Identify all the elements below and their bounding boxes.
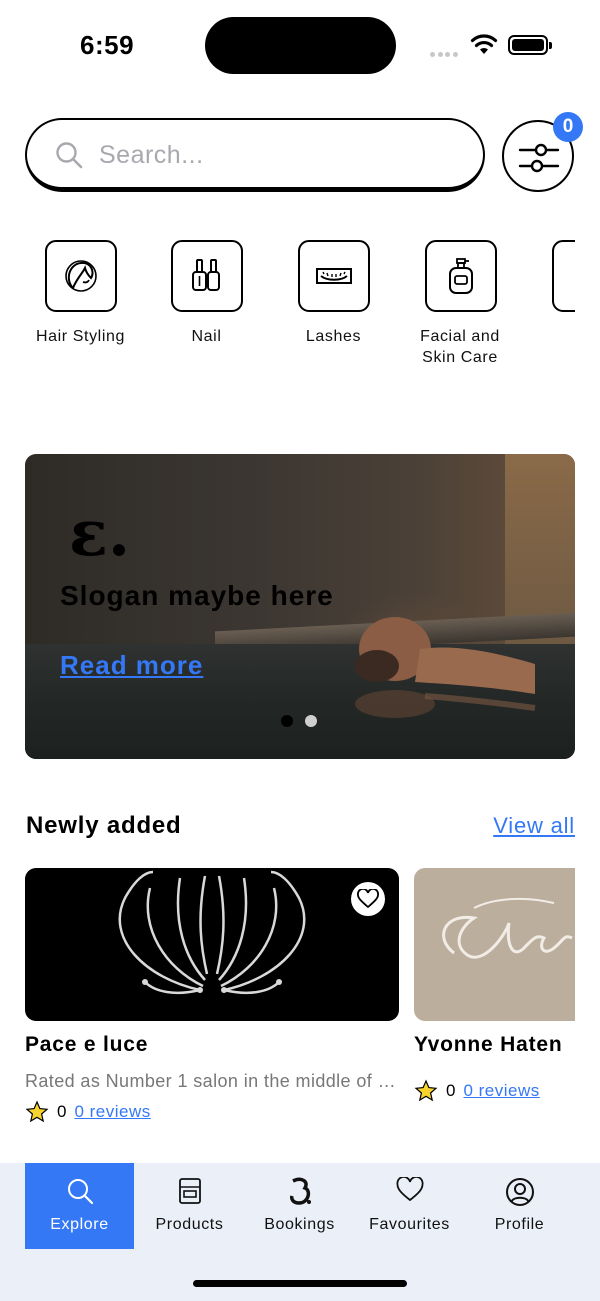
rating-value: 0: [57, 1102, 67, 1121]
search-icon: [25, 1177, 134, 1207]
wifi-icon: [470, 34, 498, 54]
salon-description: Rated as Number 1 salon in the middle of…: [25, 1071, 399, 1091]
tab-favourites[interactable]: Favourites: [355, 1163, 464, 1249]
tab-products[interactable]: Products: [135, 1163, 244, 1249]
favourite-button[interactable]: [351, 882, 385, 916]
banner-slogan: Slogan maybe here: [60, 580, 334, 611]
heart-icon: [357, 889, 379, 909]
salon-rating: 0 0 reviews: [414, 1079, 575, 1103]
nail-polish-icon: [170, 240, 243, 312]
tab-bookings[interactable]: Bookings: [245, 1163, 354, 1249]
banner-photo-person: [355, 617, 536, 718]
carousel-dot-1[interactable]: [281, 715, 293, 727]
filter-count-badge: 0: [553, 112, 583, 142]
sliders-icon: [518, 143, 560, 173]
category-label: Ma: [524, 326, 575, 347]
tab-profile[interactable]: Profile: [465, 1163, 574, 1249]
tab-label: Explore: [50, 1216, 109, 1233]
category-nail[interactable]: Nail: [143, 240, 270, 347]
salon-rating: 0 0 reviews: [25, 1100, 399, 1124]
lashes-icon: [297, 240, 370, 312]
status-time: 6:59: [80, 30, 135, 60]
script-logo-image: [442, 897, 573, 959]
category-label: Lashes: [305, 328, 362, 345]
heart-icon: [355, 1177, 464, 1207]
status-icons: [428, 32, 553, 58]
section-title: Newly added: [26, 812, 182, 839]
hair-icon: [44, 240, 117, 312]
cellular-signal-icon: [430, 44, 462, 57]
carousel-dots: [281, 714, 329, 732]
category-list: Hair Styling Nail Lashes Facial and Skin…: [25, 240, 575, 380]
tab-label: Profile: [494, 1216, 545, 1233]
brand-logo: ε.: [69, 496, 131, 571]
makeup-icon: [551, 240, 575, 312]
search-input[interactable]: [99, 132, 459, 178]
search-box[interactable]: [25, 118, 485, 192]
category-label: Hair Styling: [35, 328, 125, 345]
star-icon: [25, 1100, 49, 1123]
tab-label: Products: [155, 1216, 224, 1233]
newly-added-list: Pace e luce Rated as Number 1 salon in t…: [25, 868, 575, 1138]
search-icon: [56, 142, 83, 169]
category-label: Facial and Skin Care: [420, 328, 500, 366]
read-more-link[interactable]: Read more: [60, 650, 203, 681]
shell-logo-image: [118, 870, 306, 994]
category-lashes[interactable]: Lashes: [270, 240, 397, 347]
category-hair-styling[interactable]: Hair Styling: [25, 240, 144, 347]
profile-icon: [465, 1177, 574, 1207]
reviews-link[interactable]: 0 reviews: [463, 1081, 539, 1101]
category-label: Nail: [191, 328, 222, 345]
star-icon: [414, 1079, 438, 1102]
salon-card[interactable]: Yvonne Haten 0 0 reviews: [414, 868, 575, 1103]
tab-label: Favourites: [369, 1216, 450, 1233]
tab-label: Bookings: [264, 1216, 335, 1233]
bookings-logo-icon: [245, 1177, 354, 1207]
salon-name: Pace e luce: [25, 1033, 149, 1056]
home-indicator[interactable]: [193, 1280, 407, 1287]
reviews-link[interactable]: 0 reviews: [74, 1102, 150, 1122]
carousel-dot-2[interactable]: [305, 715, 317, 727]
category-facial-skin-care[interactable]: Facial and Skin Care: [397, 240, 524, 368]
promo-banner[interactable]: ε. Slogan maybe here Read more: [25, 454, 575, 759]
rating-value: 0: [446, 1081, 456, 1100]
salon-image: [25, 868, 399, 1021]
salon-card[interactable]: Pace e luce Rated as Number 1 salon in t…: [25, 868, 399, 1124]
salon-image: [414, 868, 575, 1021]
salon-name: Yvonne Haten: [414, 1033, 563, 1056]
category-makeup[interactable]: Ma: [524, 240, 575, 347]
dynamic-island: [205, 17, 396, 74]
tab-explore[interactable]: Explore: [25, 1163, 134, 1249]
status-bar: 6:59: [0, 0, 600, 90]
battery-icon: [508, 35, 552, 55]
skin-care-bottle-icon: [424, 240, 497, 312]
products-icon: [135, 1177, 244, 1207]
view-all-link[interactable]: View all: [493, 813, 575, 839]
